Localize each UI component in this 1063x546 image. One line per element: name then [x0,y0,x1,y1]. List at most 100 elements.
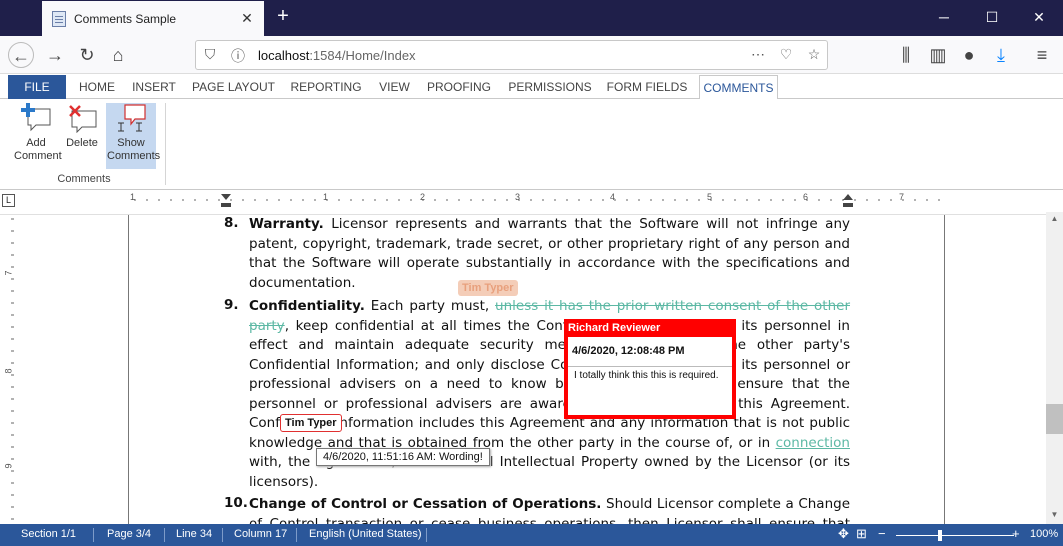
paragraph-change-of-control[interactable]: Change of Control or Cessation of Operat… [249,495,850,524]
ruler-mark: 2 [420,192,426,202]
browser-titlebar: Comments Sample ✕ + ─ ☐ ✕ [0,0,1063,36]
paragraph-title: Warranty. [249,216,324,232]
paragraph-number: 10. [224,495,248,511]
comment-popup-divider [568,366,732,367]
group-divider [165,103,166,185]
tab-insert[interactable]: INSERT [125,75,183,99]
show-comments-button[interactable]: Show Comments [106,103,161,169]
ribbon-tabs: FILE HOME INSERT PAGE LAYOUT REPORTING V… [0,75,1063,100]
scroll-up-icon[interactable]: ▲ [1046,214,1063,226]
tab-comments[interactable]: COMMENTS [699,75,778,100]
tab-proofing[interactable]: PROOFING [420,75,498,99]
comment-popup[interactable] [564,319,736,419]
zoom-level[interactable]: 100% [1030,528,1058,540]
status-column: Column 17 [234,528,288,540]
page-edge-right [944,215,945,524]
paragraph-number: 9. [224,297,239,313]
reload-button[interactable]: ↻ [74,42,100,68]
comment-popup-author: Richard Reviewer [568,322,661,334]
more-icon[interactable]: ⋯ [748,46,768,63]
ruler-mark: 5 [707,192,713,202]
download-icon[interactable]: ⤓ [988,42,1014,68]
tab-file[interactable]: FILE [8,75,66,99]
ruler-mark: 4 [610,192,616,202]
tab-title: Comments Sample [74,11,177,26]
comment-popup-date: 4/6/2020, 12:08:48 PM [572,345,685,357]
page-icon [52,10,66,27]
status-divider [296,528,297,542]
comment-tooltip: 4/6/2020, 11:51:16 AM: Wording! [316,448,490,466]
close-tab-icon[interactable]: ✕ [236,10,258,27]
comment-popup-text[interactable]: I totally think this this is required. [574,370,724,382]
paragraph-text: Licensor represents and warrants that th… [249,216,850,291]
status-language[interactable]: English (United States) [309,528,422,540]
paragraph-warranty[interactable]: Warranty. Licensor represents and warran… [249,215,850,293]
scroll-thumb[interactable] [1046,404,1063,434]
tracked-insertion[interactable]: connection [776,435,850,451]
status-divider [426,528,427,542]
status-page: Page 3/4 [107,528,152,540]
scroll-down-icon[interactable]: ▼ [1046,510,1063,522]
status-divider [222,528,223,542]
url-text[interactable]: localhost:1584/Home/Index [258,48,416,63]
delete-comment-label: Delete [66,137,98,149]
info-icon[interactable]: ⓘ [228,46,248,66]
show-comments-icon [118,104,146,132]
ruler-mark: 1 [323,192,329,202]
move-icon[interactable]: ✥ [838,526,849,542]
left-indent-marker [221,194,231,207]
horizontal-ruler[interactable]: L 1 1 2 3 4 5 6 7 [0,191,1063,215]
minimize-button[interactable]: ─ [921,0,967,36]
paragraph-title: Change of Control or Cessation of Operat… [249,496,602,512]
home-button[interactable]: ⌂ [105,42,131,68]
account-icon[interactable]: ● [956,42,982,68]
vruler-mark: 8 [3,368,14,374]
tab-form-fields[interactable]: FORM FIELDS [601,75,693,99]
tab-page-layout[interactable]: PAGE LAYOUT [186,75,281,99]
ruler-mark: 1 [130,192,136,202]
delete-comment-icon [69,105,97,134]
url-path: :1584/Home/Index [309,48,416,63]
fit-page-icon[interactable]: ⊞ [856,526,867,542]
forward-button[interactable]: → [42,42,68,68]
shield-icon[interactable]: ⛉ [200,46,220,63]
bookmark-star-icon[interactable]: ☆ [804,46,824,63]
show-comments-label: Show Comments [107,137,161,162]
status-line: Line 34 [176,528,213,540]
new-tab-button[interactable]: + [272,5,294,29]
vertical-ruler[interactable]: 7 8 9 [0,215,22,524]
sidebar-icon[interactable]: ▥ [925,42,951,68]
pocket-icon[interactable]: ♡ [776,46,796,63]
zoom-out-icon[interactable]: − [878,526,886,541]
ribbon-panel: Add Comment Delete Show Comments Comment… [0,99,1063,190]
add-comment-button[interactable]: Add Comment [8,103,64,169]
zoom-slider-thumb[interactable] [938,530,942,541]
delete-comment-button[interactable]: Delete [62,103,102,169]
address-bar[interactable]: ⛉ ⓘ localhost:1584/Home/Index ⋯ ♡ ☆ [195,40,828,70]
zoom-slider[interactable] [896,535,1014,536]
comment-author-tag[interactable]: Tim Typer [280,414,342,432]
add-comment-label: Add Comment [14,137,62,162]
maximize-button[interactable]: ☐ [969,0,1015,36]
paragraph-text: Each party must, [370,298,490,314]
ruler-mark: 7 [899,192,905,202]
close-window-button[interactable]: ✕ [1016,0,1062,36]
zoom-in-icon[interactable]: + [1012,526,1020,541]
right-indent-marker [843,194,853,207]
browser-tab[interactable]: Comments Sample ✕ [42,1,264,36]
add-comment-icon [21,103,51,132]
page-edge-left [128,215,129,524]
ruler-mark: 3 [515,192,521,202]
back-button[interactable]: ← [8,42,34,68]
tab-home[interactable]: HOME [72,75,122,99]
tab-reporting[interactable]: REPORTING [284,75,368,99]
tab-permissions[interactable]: PERMISSIONS [501,75,599,99]
comment-author-ghost[interactable]: Tim Typer [458,280,518,296]
paragraph-title: Confidentiality. [249,298,365,314]
tab-view[interactable]: VIEW [372,75,417,99]
menu-icon[interactable]: ≡ [1029,42,1055,68]
browser-navbar: ← → ↻ ⌂ ⛉ ⓘ localhost:1584/Home/Index ⋯ … [0,36,1063,74]
status-bar: Section 1/1 Page 3/4 Line 34 Column 17 E… [0,524,1063,546]
vertical-scrollbar[interactable]: ▲ ▼ [1046,212,1063,524]
library-icon[interactable]: ⫼ [893,42,919,68]
